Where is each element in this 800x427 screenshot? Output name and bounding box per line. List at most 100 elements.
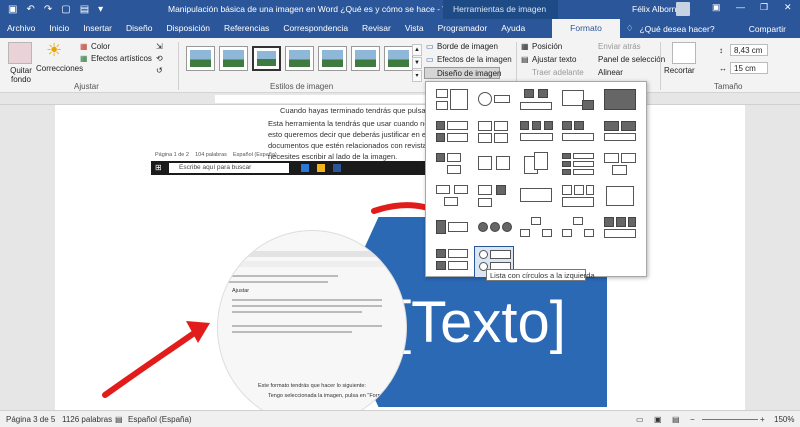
align-button[interactable]: Alinear — [598, 68, 623, 77]
minimize-icon[interactable]: — — [736, 2, 745, 12]
tab-diseno[interactable]: Diseño — [119, 19, 159, 38]
layout-option[interactable] — [558, 118, 598, 150]
placeholder-text[interactable]: [Texto] — [395, 289, 566, 356]
gallery-up-icon[interactable]: ▲ — [412, 44, 422, 56]
crop-icon[interactable] — [672, 42, 696, 64]
height-input[interactable]: 8,43 cm — [730, 44, 768, 56]
tab-disposicion[interactable]: Disposición — [159, 19, 216, 38]
group-label-tamano: Tamaño — [714, 82, 743, 91]
bring-forward-button[interactable]: Traer adelante — [532, 68, 584, 77]
layout-option[interactable] — [474, 150, 514, 182]
gallery-more-icon[interactable]: ▾ — [412, 70, 422, 82]
color-button[interactable]: Color — [91, 42, 110, 51]
selection-pane-button[interactable]: Panel de selección — [598, 55, 665, 64]
width-input[interactable]: 15 cm — [730, 62, 768, 74]
circle-picture[interactable]: Ajustar Este formato tendrás que hacer l… — [217, 230, 407, 410]
layout-option[interactable] — [600, 86, 640, 118]
layout-option[interactable] — [432, 150, 472, 182]
layout-option[interactable] — [432, 118, 472, 150]
layout-option[interactable] — [516, 214, 556, 246]
print-layout-icon[interactable]: ▣ — [654, 415, 662, 424]
layout-option[interactable] — [558, 182, 598, 214]
picture-style-6[interactable] — [351, 46, 380, 71]
tab-insertar[interactable]: Insertar — [76, 19, 119, 38]
zoom-slider[interactable] — [702, 419, 758, 420]
layout-option[interactable] — [558, 150, 598, 182]
layout-option[interactable] — [432, 214, 472, 246]
undo-icon[interactable]: ↶ — [26, 4, 34, 15]
layout-option[interactable] — [474, 86, 514, 118]
proofing-icon[interactable]: ▤ — [115, 415, 123, 424]
layout-option[interactable] — [558, 86, 598, 118]
sun-icon[interactable]: ☀ — [46, 40, 62, 61]
tab-referencias[interactable]: Referencias — [217, 19, 276, 38]
picture-layout-button[interactable]: Diseño de imagen — [424, 67, 501, 79]
tab-formato[interactable]: Formato — [552, 19, 620, 38]
save-icon[interactable]: ▣ — [8, 4, 17, 15]
share-button[interactable]: Compartir — [749, 24, 786, 34]
tab-vista[interactable]: Vista — [398, 19, 431, 38]
tab-revisar[interactable]: Revisar — [355, 19, 398, 38]
zoom-in-icon[interactable]: + — [760, 415, 765, 424]
tab-programador[interactable]: Programador — [431, 19, 495, 38]
crop-button[interactable]: Recortar — [664, 66, 695, 75]
layout-option[interactable] — [516, 86, 556, 118]
layout-option[interactable] — [600, 214, 640, 246]
layout-option[interactable] — [600, 118, 640, 150]
tell-me-search[interactable]: ¿Qué desea hacer? — [639, 24, 714, 34]
layout-option[interactable] — [516, 150, 556, 182]
ribbon-options-icon[interactable]: ▣ — [712, 2, 721, 13]
layout-option[interactable] — [558, 214, 598, 246]
gallery-down-icon[interactable]: ▼ — [412, 57, 422, 69]
tab-inicio[interactable]: Inicio — [42, 19, 76, 38]
maximize-icon[interactable]: ❐ — [760, 2, 768, 13]
reset-picture-icon[interactable]: ↺ — [156, 66, 163, 75]
picture-style-3[interactable] — [252, 46, 281, 71]
open-icon[interactable]: ▤ — [80, 4, 89, 15]
picture-effects-button[interactable]: Efectos de la imagen — [437, 55, 512, 64]
language[interactable]: Español (España) — [128, 415, 192, 424]
layout-option[interactable] — [474, 118, 514, 150]
picture-style-5[interactable] — [318, 46, 347, 71]
picture-style-1[interactable] — [186, 46, 215, 71]
layout-option[interactable] — [432, 246, 472, 278]
tab-archivo[interactable]: Archivo — [0, 19, 42, 38]
compress-icon[interactable]: ⇲ — [156, 42, 163, 51]
tab-ayuda[interactable]: Ayuda — [494, 19, 532, 38]
remove-background-icon[interactable] — [8, 42, 32, 64]
separator — [660, 42, 661, 90]
customize-icon[interactable]: ▾ — [98, 4, 103, 15]
zoom-level[interactable]: 150% — [774, 415, 794, 424]
web-layout-icon[interactable]: ▤ — [672, 415, 680, 424]
wrap-text-button[interactable]: Ajustar texto — [532, 55, 576, 64]
artistic-effects-button[interactable]: Efectos artísticos — [91, 54, 152, 63]
avatar[interactable] — [676, 2, 690, 16]
remove-background-button[interactable]: Quitar fondo — [6, 66, 36, 84]
redo-icon[interactable]: ↷ — [44, 4, 52, 15]
layout-option[interactable] — [474, 182, 514, 214]
change-picture-icon[interactable]: ⟲ — [156, 54, 163, 63]
send-backward-button[interactable]: Enviar atrás — [598, 42, 641, 51]
zoom-out-icon[interactable]: − — [690, 415, 695, 424]
lightbulb-icon: ♢ — [625, 23, 634, 33]
layout-option[interactable] — [600, 150, 640, 182]
new-doc-icon[interactable]: ▢ — [61, 4, 70, 15]
page-count[interactable]: Página 3 de 5 — [6, 415, 55, 424]
layout-option[interactable] — [516, 182, 556, 214]
layout-option[interactable] — [600, 182, 640, 214]
layout-option[interactable] — [516, 118, 556, 150]
picture-style-2[interactable] — [219, 46, 248, 71]
picture-style-7[interactable] — [384, 46, 413, 71]
picture-style-4[interactable] — [285, 46, 314, 71]
tab-correspondencia[interactable]: Correspondencia — [276, 19, 355, 38]
layout-option[interactable] — [432, 182, 472, 214]
layout-option[interactable] — [432, 86, 472, 118]
layout-option[interactable] — [474, 214, 514, 246]
position-button[interactable]: Posición — [532, 42, 562, 51]
close-icon[interactable]: ✕ — [784, 2, 792, 13]
word-count[interactable]: 1126 palabras — [62, 415, 112, 424]
read-mode-icon[interactable]: ▭ — [636, 415, 644, 424]
picture-border-button[interactable]: Borde de imagen — [437, 42, 498, 51]
corrections-button[interactable]: Correcciones — [36, 64, 83, 73]
position-icon: ▦ — [521, 42, 529, 51]
